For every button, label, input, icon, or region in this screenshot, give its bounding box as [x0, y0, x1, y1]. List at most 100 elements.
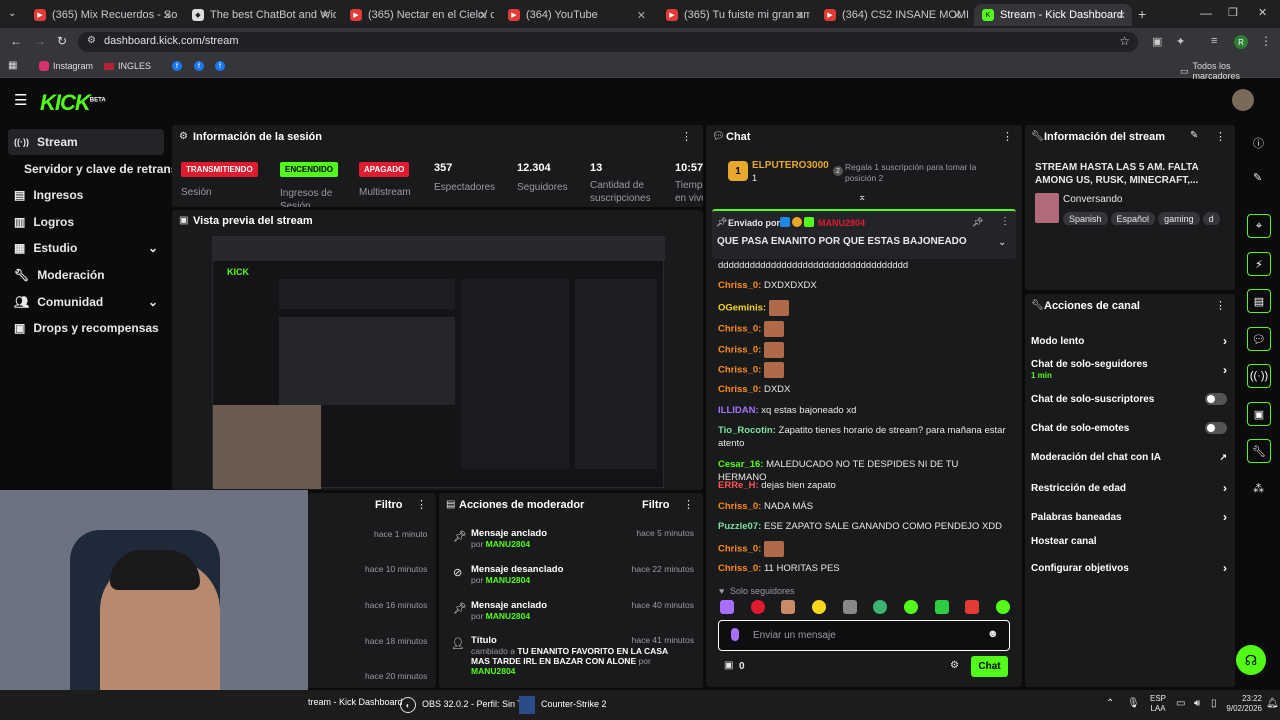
- browser-tab[interactable]: ▶ (364) YouTube ✕: [500, 4, 652, 26]
- reload-icon[interactable]: ↻: [57, 34, 67, 48]
- chevron-down-icon[interactable]: ⌄: [998, 237, 1006, 248]
- emote-icon[interactable]: [934, 600, 949, 614]
- notifications-icon[interactable]: 🔔︎: [1266, 698, 1279, 709]
- bookmark-ingles[interactable]: INGLES: [104, 61, 151, 71]
- kick-logo[interactable]: KICKBETA: [40, 90, 106, 116]
- more-icon[interactable]: ⋮: [1002, 130, 1013, 143]
- mic-icon[interactable]: [731, 628, 739, 641]
- apps-icon[interactable]: ▦: [8, 60, 17, 71]
- action-slow-mode[interactable]: Modo lento ›: [1031, 334, 1227, 348]
- browser-tab[interactable]: ▶ (364) CS2 INSANE MOMENTS✕: [816, 4, 968, 26]
- facebook-icon[interactable]: f: [215, 61, 225, 71]
- action-banned-words[interactable]: Palabras baneadas ›: [1031, 510, 1227, 524]
- chat-input[interactable]: Enviar un mensaje ☻: [718, 620, 1010, 651]
- sidebar-item-logros[interactable]: ▥ Logros: [8, 209, 164, 235]
- close-window-icon[interactable]: ✕: [1258, 6, 1267, 19]
- bookmark-star-icon[interactable]: ☆: [1119, 34, 1130, 48]
- close-icon[interactable]: ✕: [479, 9, 488, 22]
- close-icon[interactable]: ✕: [1117, 9, 1126, 22]
- chat-username[interactable]: Chriss_0:: [718, 544, 761, 555]
- edit-icon[interactable]: ✎: [1253, 171, 1262, 184]
- network-icon[interactable]: ▭: [1176, 698, 1185, 709]
- mic-tray-icon[interactable]: 🎙︎: [1127, 698, 1140, 709]
- rail-lightning-icon[interactable]: ⚡︎: [1247, 252, 1271, 276]
- screenshot-icon[interactable]: ▣: [1152, 35, 1162, 48]
- hamburger-icon[interactable]: ☰: [14, 91, 27, 109]
- mod-user[interactable]: MANU2804: [471, 666, 515, 676]
- support-icon[interactable]: ☊: [1236, 645, 1266, 675]
- tag[interactable]: gaming: [1158, 212, 1200, 225]
- action-ai-moderation[interactable]: Moderación del chat con IA ↗: [1031, 452, 1227, 463]
- more-icon[interactable]: ⋮: [683, 498, 694, 511]
- sidebar-item-stream[interactable]: ((·)) Stream: [8, 129, 164, 155]
- close-icon[interactable]: ✕: [321, 9, 330, 22]
- action-age-restriction[interactable]: Restricción de edad ›: [1031, 481, 1227, 495]
- sidebar-item-comunidad[interactable]: 👥︎ Comunidad ⌄: [8, 289, 164, 315]
- media-icon[interactable]: ≡: [1211, 35, 1217, 47]
- more-icon[interactable]: ⋮: [416, 498, 427, 511]
- chat-username[interactable]: Puzzle07:: [718, 521, 761, 532]
- emote-icon[interactable]: [811, 600, 826, 614]
- sidebar-item-moderacion[interactable]: 🔧︎ Moderación: [8, 262, 164, 288]
- minimize-icon[interactable]: —: [1200, 6, 1212, 20]
- top-gifter-name[interactable]: ELPUTERO3000: [752, 160, 829, 171]
- taskbar-app-kick[interactable]: tream - Kick Dashboard: [308, 697, 403, 707]
- emote-icon[interactable]: [842, 600, 857, 614]
- mod-user[interactable]: MANU2804: [486, 575, 530, 585]
- volume-icon[interactable]: 🔊︎: [1194, 698, 1200, 709]
- chat-username[interactable]: Chriss_0:: [718, 280, 761, 291]
- bookmark-instagram[interactable]: Instagram: [39, 61, 93, 71]
- chat-username[interactable]: Cesar_16:: [718, 459, 763, 470]
- pinned-user[interactable]: MANU2804: [818, 218, 865, 228]
- chat-username[interactable]: Chriss_0:: [718, 365, 761, 376]
- info-icon[interactable]: ⓘ: [1253, 135, 1264, 151]
- rail-clipboard-icon[interactable]: ▤: [1247, 289, 1271, 313]
- taskbar-app-cs2[interactable]: Counter-Strike 2: [541, 699, 607, 709]
- chat-username[interactable]: Chriss_0:: [718, 563, 761, 574]
- site-info-icon[interactable]: ⚙: [87, 35, 96, 46]
- forward-icon[interactable]: →: [34, 34, 46, 48]
- action-host-channel[interactable]: Hostear canal: [1031, 536, 1227, 547]
- browser-tab[interactable]: ▶ (365) Nectar en el Cielo/ capitu✕: [342, 4, 494, 26]
- action-followers-only[interactable]: Chat de solo-seguidores 1 min ›: [1031, 359, 1227, 381]
- chat-settings-icon[interactable]: ⚙: [950, 660, 959, 671]
- close-icon[interactable]: ✕: [953, 9, 962, 22]
- stream-preview-video[interactable]: KICK: [212, 236, 665, 489]
- chat-username[interactable]: Chriss_0:: [718, 345, 761, 356]
- extensions-icon[interactable]: ✦: [1176, 35, 1185, 48]
- category-name[interactable]: Conversando: [1063, 194, 1122, 205]
- status-badge-on[interactable]: ENCENDIDO: [280, 162, 339, 177]
- sidebar-item-servidor[interactable]: Servidor y clave de retransm: [18, 156, 188, 182]
- user-avatar[interactable]: [1232, 89, 1254, 111]
- tab-list-icon[interactable]: ⌄: [8, 8, 16, 19]
- chat-username[interactable]: OGeminis:: [718, 303, 766, 314]
- new-tab-icon[interactable]: +: [1138, 6, 1146, 22]
- sidebar-item-ingresos[interactable]: ▤ Ingresos: [8, 182, 164, 208]
- language-indicator[interactable]: ESP LAA: [1150, 694, 1166, 714]
- taskbar-app-obs[interactable]: OBS 32.0.2 - Perfil: Sin T: [422, 699, 523, 709]
- menu-icon[interactable]: ⋮: [1260, 34, 1272, 48]
- chat-username[interactable]: ERRe_H:: [718, 480, 759, 491]
- chat-username[interactable]: Chriss_0:: [718, 384, 761, 395]
- emote-icon[interactable]: [965, 600, 980, 614]
- more-icon[interactable]: ⋮: [681, 130, 692, 143]
- more-icon[interactable]: ⋮: [1215, 299, 1226, 312]
- tag[interactable]: Spanish: [1063, 212, 1108, 225]
- close-icon[interactable]: ✕: [637, 9, 646, 22]
- facebook-icon[interactable]: f: [172, 61, 182, 71]
- status-badge-off[interactable]: APAGADO: [359, 162, 410, 177]
- emote-icon[interactable]: [750, 600, 765, 614]
- filter-button[interactable]: Filtro: [642, 499, 670, 511]
- action-goals[interactable]: Configurar objetivos ›: [1031, 561, 1227, 575]
- close-icon[interactable]: ✕: [163, 9, 172, 22]
- emote-icon[interactable]: [781, 600, 796, 614]
- browser-tab[interactable]: ▶ (365) Mix Recuerdos - Son del✕: [26, 4, 178, 26]
- restore-icon[interactable]: ❐: [1228, 6, 1238, 19]
- rail-wrench-icon[interactable]: 🔧︎: [1247, 439, 1271, 463]
- all-bookmarks[interactable]: ▭ Todos los marcadores: [1180, 61, 1280, 81]
- profile-avatar[interactable]: R: [1234, 35, 1248, 49]
- rail-layout-icon[interactable]: ▣: [1247, 402, 1271, 426]
- browser-tab[interactable]: ◆ The best ChatBot and Widgets✕: [184, 4, 336, 26]
- emote-icon[interactable]: [903, 600, 918, 614]
- filter-button[interactable]: Filtro: [375, 499, 403, 511]
